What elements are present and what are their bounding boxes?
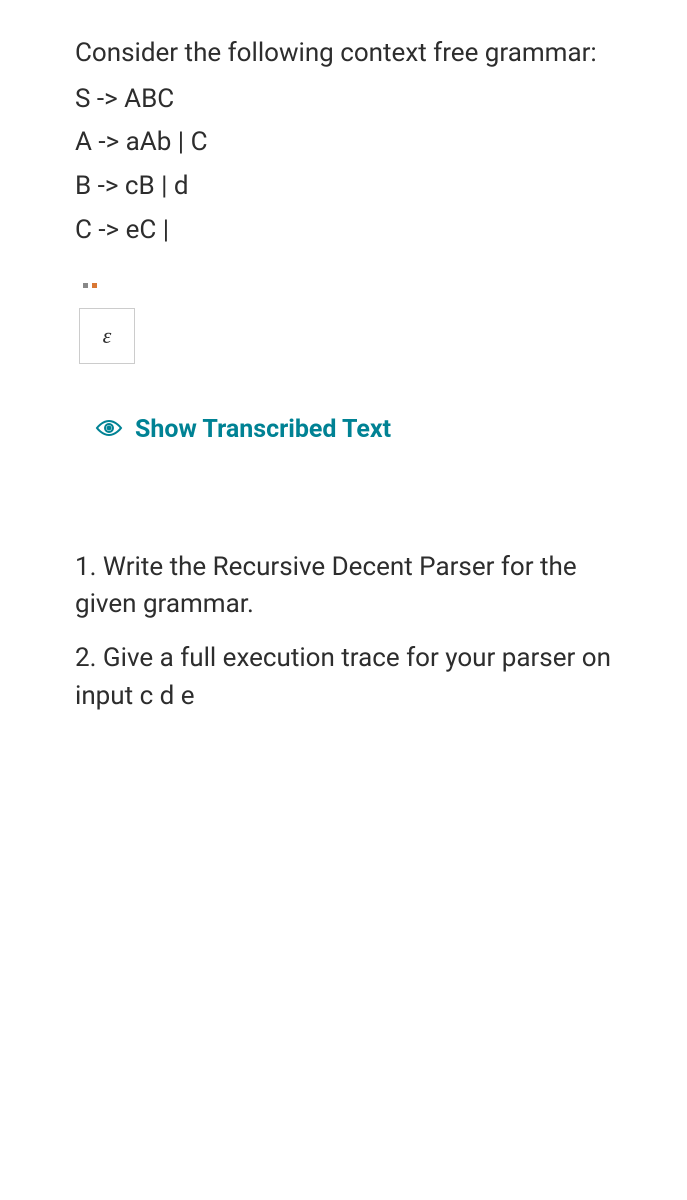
question-2: 2. Give a full execution trace for your …	[75, 640, 617, 715]
question-1: 1. Write the Recursive Decent Parser for…	[75, 549, 617, 624]
show-transcribed-label: Show Transcribed Text	[135, 412, 391, 448]
grammar-rule-b: B -> cB | d	[75, 168, 617, 206]
intro-paragraph: Consider the following context free gram…	[75, 35, 617, 73]
grammar-rule-c: C -> eC |	[75, 212, 617, 250]
grammar-rule-a: A -> aAb | C	[75, 124, 617, 162]
questions-section: 1. Write the Recursive Decent Parser for…	[75, 549, 617, 716]
show-transcribed-link[interactable]: Show Transcribed Text	[95, 412, 617, 448]
drag-handle-icon[interactable]	[83, 283, 97, 288]
grammar-rule-s: S -> ABC	[75, 81, 617, 119]
eye-icon	[95, 412, 123, 448]
epsilon-draggable[interactable]: ε	[79, 308, 135, 364]
